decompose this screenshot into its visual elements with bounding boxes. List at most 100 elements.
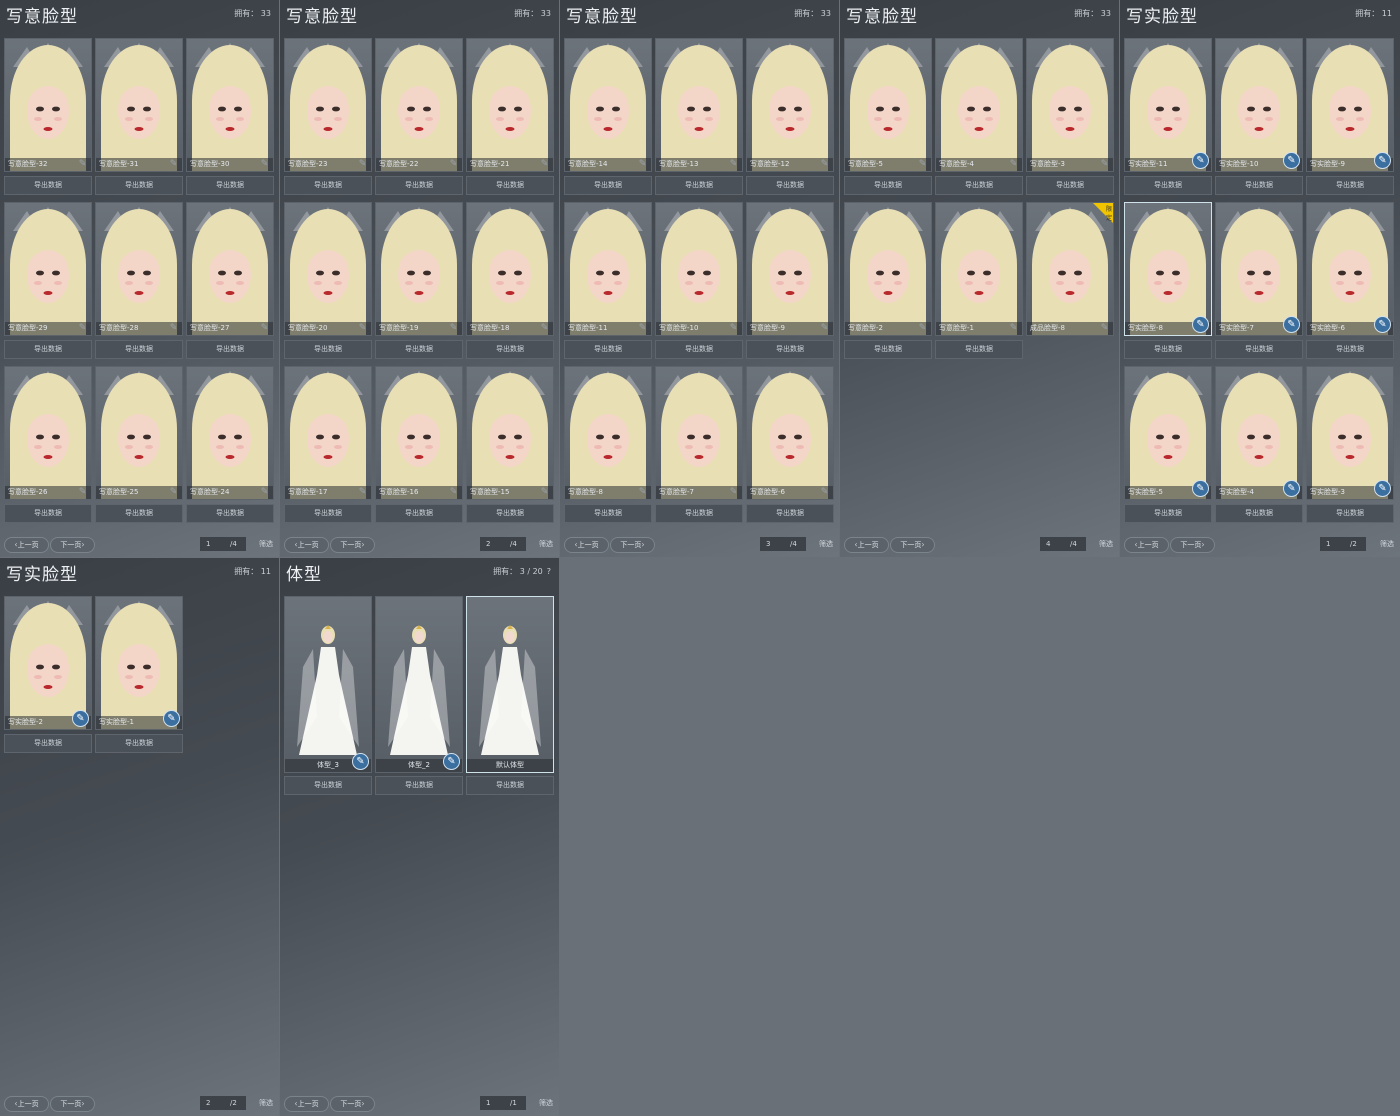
face-card[interactable]: 写意脸型-21 ✎ bbox=[466, 38, 554, 172]
pen-icon[interactable]: ✎ bbox=[728, 487, 739, 498]
pen-icon[interactable]: ✎ bbox=[259, 487, 270, 498]
pen-icon[interactable]: ✎ bbox=[637, 487, 648, 498]
pen-icon[interactable]: ✎ bbox=[1008, 323, 1019, 334]
export-data-button[interactable]: 导出数据 bbox=[655, 176, 743, 195]
page-number-input[interactable]: 1/2 bbox=[1320, 537, 1366, 551]
export-data-button[interactable]: 导出数据 bbox=[564, 340, 652, 359]
pen-icon[interactable]: ✎ bbox=[539, 487, 550, 498]
page-number-input[interactable]: 2/2 bbox=[200, 1096, 246, 1110]
filter-button[interactable]: 筛选 bbox=[259, 537, 273, 551]
body-card[interactable]: 体型_3 ✎ bbox=[284, 596, 372, 773]
face-card[interactable]: 写实脸型-9 ✎ bbox=[1306, 38, 1394, 172]
body-card[interactable]: 体型_2 ✎ bbox=[375, 596, 463, 773]
export-data-button[interactable]: 导出数据 bbox=[466, 504, 554, 523]
export-data-button[interactable]: 导出数据 bbox=[746, 504, 834, 523]
face-card[interactable]: 写实脸型-10 ✎ bbox=[1215, 38, 1303, 172]
export-data-button[interactable]: 导出数据 bbox=[466, 340, 554, 359]
export-data-button[interactable]: 导出数据 bbox=[4, 340, 92, 359]
prev-page-button[interactable]: ‹上一页 bbox=[1124, 537, 1169, 553]
export-data-button[interactable]: 导出数据 bbox=[564, 504, 652, 523]
filter-button[interactable]: 筛选 bbox=[259, 1096, 273, 1110]
pen-icon[interactable]: ✎ bbox=[917, 159, 928, 170]
page-number-input[interactable]: 1/1 bbox=[480, 1096, 526, 1110]
face-card[interactable]: 写意脸型-18 ✎ bbox=[466, 202, 554, 336]
pen-icon[interactable]: ✎ bbox=[1374, 316, 1391, 333]
face-card[interactable]: 写意脸型-4 ✎ bbox=[935, 38, 1023, 172]
face-card[interactable]: 写意脸型-32 ✎ bbox=[4, 38, 92, 172]
prev-page-button[interactable]: ‹上一页 bbox=[564, 537, 609, 553]
export-data-button[interactable]: 导出数据 bbox=[1215, 340, 1303, 359]
face-card[interactable]: 写实脸型-11 ✎ bbox=[1124, 38, 1212, 172]
pen-icon[interactable]: ✎ bbox=[1192, 480, 1209, 497]
next-page-button[interactable]: 下一页› bbox=[330, 1096, 375, 1112]
next-page-button[interactable]: 下一页› bbox=[50, 1096, 95, 1112]
face-card[interactable]: 写意脸型-23 ✎ bbox=[284, 38, 372, 172]
face-card[interactable]: 写实脸型-7 ✎ bbox=[1215, 202, 1303, 336]
face-card[interactable]: 写意脸型-17 ✎ bbox=[284, 366, 372, 500]
face-card[interactable]: 写意脸型-2 ✎ bbox=[844, 202, 932, 336]
export-data-button[interactable]: 导出数据 bbox=[284, 340, 372, 359]
face-card[interactable]: 写实脸型-5 ✎ bbox=[1124, 366, 1212, 500]
pen-icon[interactable]: ✎ bbox=[443, 753, 460, 770]
pen-icon[interactable]: ✎ bbox=[77, 323, 88, 334]
pen-icon[interactable]: ✎ bbox=[259, 159, 270, 170]
prev-page-button[interactable]: ‹上一页 bbox=[284, 537, 329, 553]
face-card[interactable]: 写意脸型-25 ✎ bbox=[95, 366, 183, 500]
export-data-button[interactable]: 导出数据 bbox=[284, 504, 372, 523]
export-data-button[interactable]: 导出数据 bbox=[935, 176, 1023, 195]
pen-icon[interactable]: ✎ bbox=[357, 487, 368, 498]
export-data-button[interactable]: 导出数据 bbox=[375, 176, 463, 195]
export-data-button[interactable]: 导出数据 bbox=[284, 176, 372, 195]
pen-icon[interactable]: ✎ bbox=[1283, 316, 1300, 333]
face-card[interactable]: 写意脸型-10 ✎ bbox=[655, 202, 743, 336]
face-card[interactable]: 写意脸型-28 ✎ bbox=[95, 202, 183, 336]
prev-page-button[interactable]: ‹上一页 bbox=[4, 537, 49, 553]
page-number-input[interactable]: 3/4 bbox=[760, 537, 806, 551]
export-data-button[interactable]: 导出数据 bbox=[1215, 176, 1303, 195]
pen-icon[interactable]: ✎ bbox=[819, 159, 830, 170]
export-data-button[interactable]: 导出数据 bbox=[4, 504, 92, 523]
next-page-button[interactable]: 下一页› bbox=[610, 537, 655, 553]
face-card[interactable]: 写意脸型-12 ✎ bbox=[746, 38, 834, 172]
export-data-button[interactable]: 导出数据 bbox=[746, 340, 834, 359]
export-data-button[interactable]: 导出数据 bbox=[935, 340, 1023, 359]
filter-button[interactable]: 筛选 bbox=[1099, 537, 1113, 551]
pen-icon[interactable]: ✎ bbox=[357, 323, 368, 334]
filter-button[interactable]: 筛选 bbox=[539, 1096, 553, 1110]
face-card[interactable]: 写意脸型-24 ✎ bbox=[186, 366, 274, 500]
pen-icon[interactable]: ✎ bbox=[637, 323, 648, 334]
face-card[interactable]: 写实脸型-6 ✎ bbox=[1306, 202, 1394, 336]
export-data-button[interactable]: 导出数据 bbox=[564, 176, 652, 195]
pen-icon[interactable]: ✎ bbox=[539, 323, 550, 334]
export-data-button[interactable]: 导出数据 bbox=[375, 504, 463, 523]
page-number-input[interactable]: 1/4 bbox=[200, 537, 246, 551]
pen-icon[interactable]: ✎ bbox=[1192, 152, 1209, 169]
filter-button[interactable]: 筛选 bbox=[539, 537, 553, 551]
pen-icon[interactable]: ✎ bbox=[72, 710, 89, 727]
export-data-button[interactable]: 导出数据 bbox=[95, 340, 183, 359]
export-data-button[interactable]: 导出数据 bbox=[746, 176, 834, 195]
face-card[interactable]: 写实脸型-4 ✎ bbox=[1215, 366, 1303, 500]
face-card[interactable]: 写意脸型-8 ✎ bbox=[564, 366, 652, 500]
export-data-button[interactable]: 导出数据 bbox=[186, 176, 274, 195]
face-card[interactable]: 写意脸型-9 ✎ bbox=[746, 202, 834, 336]
export-data-button[interactable]: 导出数据 bbox=[1124, 504, 1212, 523]
face-card[interactable]: 写实脸型-1 ✎ bbox=[95, 596, 183, 730]
help-icon[interactable]: ? bbox=[547, 567, 551, 576]
pen-icon[interactable]: ✎ bbox=[1283, 480, 1300, 497]
export-data-button[interactable]: 导出数据 bbox=[284, 776, 372, 795]
export-data-button[interactable]: 导出数据 bbox=[466, 176, 554, 195]
face-card[interactable]: 写意脸型-6 ✎ bbox=[746, 366, 834, 500]
face-card[interactable]: 写意脸型-30 ✎ bbox=[186, 38, 274, 172]
pen-icon[interactable]: ✎ bbox=[1008, 159, 1019, 170]
pen-icon[interactable]: ✎ bbox=[819, 487, 830, 498]
face-card[interactable]: 写意脸型-27 ✎ bbox=[186, 202, 274, 336]
pen-icon[interactable]: ✎ bbox=[1099, 323, 1110, 334]
pen-icon[interactable]: ✎ bbox=[448, 159, 459, 170]
face-card[interactable]: 写意脸型-26 ✎ bbox=[4, 366, 92, 500]
page-number-input[interactable]: 2/4 bbox=[480, 537, 526, 551]
page-number-input[interactable]: 4/4 bbox=[1040, 537, 1086, 551]
face-card[interactable]: 成品脸型-8 ✎ 限定 bbox=[1026, 202, 1114, 336]
face-card[interactable]: 写意脸型-3 ✎ bbox=[1026, 38, 1114, 172]
pen-icon[interactable]: ✎ bbox=[357, 159, 368, 170]
